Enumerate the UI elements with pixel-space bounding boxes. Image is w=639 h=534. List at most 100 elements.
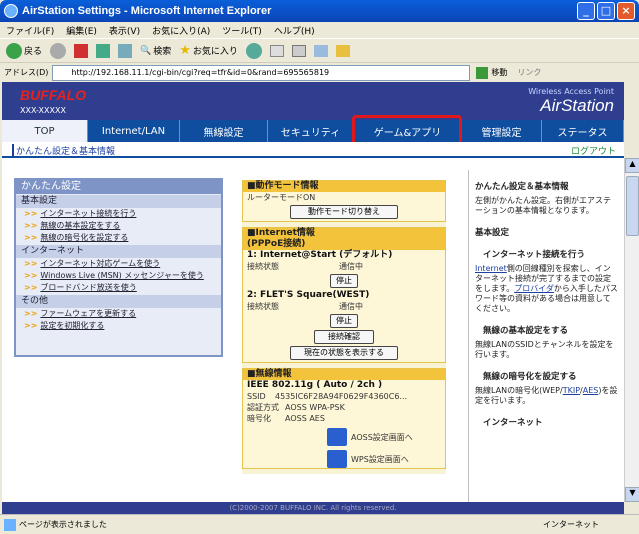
history-icon: [245, 42, 262, 59]
enc-row: 暗号化 AOSS AES: [247, 414, 325, 423]
tab-internet-lan[interactable]: Internet/LAN: [88, 120, 180, 142]
easy-setup-title: かんたん設定: [16, 180, 221, 194]
arrow-icon: >>: [24, 259, 38, 268]
stop-button-2[interactable]: 停止: [330, 314, 358, 328]
help-internet-connect-text: Internet側の回線種別を探索し、インターネット接続が完了するまでの設定をし…: [475, 264, 618, 313]
tab-top[interactable]: TOP: [2, 120, 88, 142]
arrow-icon: >>: [24, 221, 38, 230]
logout-link[interactable]: ログアウト: [571, 144, 616, 157]
buffalo-logo: BUFFALO: [20, 87, 87, 103]
wireless-info-title: ■無線情報: [243, 369, 445, 380]
arrow-icon: >>: [24, 283, 38, 292]
aoss-icon: [327, 428, 347, 446]
page-title: かんたん設定＆基本情報: [12, 144, 115, 157]
page-icon: [4, 518, 16, 531]
link-game[interactable]: >> インターネット対応ゲームを使う: [16, 258, 221, 270]
arrow-icon: >>: [24, 271, 38, 280]
close-button[interactable]: ×: [617, 2, 635, 20]
scroll-up-icon[interactable]: ▲: [625, 158, 639, 173]
info-column: ■動作モード情報 ルーターモードON 動作モード切り替え ■Internet情報…: [242, 180, 446, 474]
help-intro: 左側がかんたん設定。右側がエアステーションの基本情報となります。: [475, 196, 611, 215]
status-bar: ページが表示されました インターネット: [0, 514, 639, 534]
main-nav: TOP Internet/LAN 無線設定 セキュリティ ゲーム&アプリ 管理設…: [2, 120, 624, 142]
print-button[interactable]: [290, 44, 308, 57]
go-button[interactable]: 移動: [476, 66, 507, 79]
search-button[interactable]: 🔍 検索: [138, 44, 173, 58]
tab-status[interactable]: ステータス: [542, 120, 624, 142]
links-label[interactable]: リンク: [517, 67, 541, 78]
link-messenger[interactable]: >> Windows Live (MSN) メッセンジャーを使う: [16, 270, 221, 282]
section-internet: インターネット: [16, 245, 221, 258]
connection-1: 1: Internet@Start (デフォルト): [247, 250, 393, 260]
show-state-button[interactable]: 現在の状態を表示する: [290, 346, 398, 360]
arrow-icon: >>: [24, 309, 38, 318]
folder-icon: [335, 44, 350, 57]
star-icon: ★: [179, 43, 191, 58]
wps-link[interactable]: WPS設定画面へ: [243, 450, 445, 468]
mail-button[interactable]: [268, 44, 286, 57]
internet-info-subtitle: (PPPoE接続): [243, 239, 445, 250]
help-wireless-basic-heading: 無線の基本設定をする: [483, 326, 569, 336]
mode-info-box: ■動作モード情報 ルーターモードON 動作モード切り替え: [242, 180, 446, 222]
scroll-thumb[interactable]: [626, 176, 639, 236]
link-wireless-encrypt[interactable]: >> 無線の暗号化を設定する: [16, 232, 221, 244]
refresh-button[interactable]: [94, 43, 112, 58]
menu-help[interactable]: ヘルプ(H): [274, 24, 315, 37]
mode-value: ルーターモードON: [247, 193, 316, 202]
status-text: ページが表示されました: [19, 520, 107, 529]
link-wireless-basic[interactable]: >> 無線の基本設定をする: [16, 220, 221, 232]
forward-arrow-icon: [50, 42, 67, 59]
history-button[interactable]: [244, 42, 264, 59]
back-button[interactable]: 戻る: [4, 42, 44, 59]
arrow-icon: >>: [24, 233, 38, 242]
page-scrollbar[interactable]: ▲ ▼: [624, 158, 639, 502]
help-internet-heading: インターネット: [483, 418, 543, 428]
help-wireless-encrypt-text: 無線LANの暗号化(WEP/TKIP/AES)を設定を行います。: [475, 386, 618, 405]
sub-bar: かんたん設定＆基本情報 ログアウト: [2, 142, 624, 158]
go-arrow-icon: [476, 66, 489, 79]
arrow-icon: >>: [24, 209, 38, 218]
back-arrow-icon: [6, 42, 22, 59]
link-broadband[interactable]: >> ブロードバンド放送を使う: [16, 282, 221, 294]
tab-security[interactable]: セキュリティ: [268, 120, 354, 142]
forward-button[interactable]: [48, 42, 68, 59]
connection-check-button[interactable]: 接続確認: [314, 330, 374, 344]
refresh-icon: [96, 43, 111, 58]
connection-2-state: 接続状態 通信中: [247, 302, 363, 311]
menu-favorites[interactable]: お気に入り(A): [152, 24, 210, 37]
ie-icon: [4, 4, 18, 18]
connection-2: 2: FLET'S Square(WEST): [247, 290, 370, 300]
link-internet-connect[interactable]: >> インターネット接続を行う: [16, 208, 221, 220]
mode-switch-button[interactable]: 動作モード切り替え: [290, 205, 398, 219]
auth-row: 認証方式 AOSS WPA-PSK: [247, 403, 345, 412]
menu-view[interactable]: 表示(V): [109, 24, 140, 37]
easy-setup-panel: かんたん設定 基本設定 >> インターネット接続を行う >> 無線の基本設定をする …: [14, 178, 223, 357]
aoss-link[interactable]: AOSS設定画面へ: [243, 428, 445, 446]
home-icon: [118, 43, 133, 58]
tab-admin[interactable]: 管理設定: [462, 120, 542, 142]
maximize-button[interactable]: □: [597, 2, 615, 20]
menu-file[interactable]: ファイル(F): [6, 24, 54, 37]
link-reset[interactable]: >> 設定を初期化する: [16, 320, 221, 332]
section-other: その他: [16, 295, 221, 308]
model-name: XXX-XXXXX: [20, 106, 66, 115]
help-wireless-basic-text: 無線LANのSSIDとチャンネルを設定を行います。: [475, 340, 614, 359]
stop-button[interactable]: [72, 43, 90, 58]
wireless-info-box: ■無線情報 IEEE 802.11g ( Auto / 2ch ) SSID 45…: [242, 368, 446, 469]
favorites-button[interactable]: ★ お気に入り: [177, 43, 240, 58]
menu-tools[interactable]: ツール(T): [222, 24, 262, 37]
address-input[interactable]: http://192.168.11.1/cgi-bin/cgi?req=tfr&…: [52, 64, 471, 81]
edit-button[interactable]: [312, 44, 330, 57]
minimize-button[interactable]: _: [577, 2, 595, 20]
tab-wireless[interactable]: 無線設定: [180, 120, 268, 142]
home-button[interactable]: [116, 43, 134, 58]
scroll-down-icon[interactable]: ▼: [625, 487, 639, 502]
menu-edit[interactable]: 編集(E): [66, 24, 97, 37]
folder-button[interactable]: [334, 44, 352, 57]
product-name: AirStation: [540, 96, 614, 115]
stop-button-1[interactable]: 停止: [330, 274, 358, 288]
internet-info-title: ■Internet情報: [243, 228, 445, 239]
router-header: BUFFALO XXX-XXXXX Wireless Access Point …: [2, 82, 624, 120]
arrow-icon: >>: [24, 321, 38, 330]
link-firmware[interactable]: >> ファームウェアを更新する: [16, 308, 221, 320]
